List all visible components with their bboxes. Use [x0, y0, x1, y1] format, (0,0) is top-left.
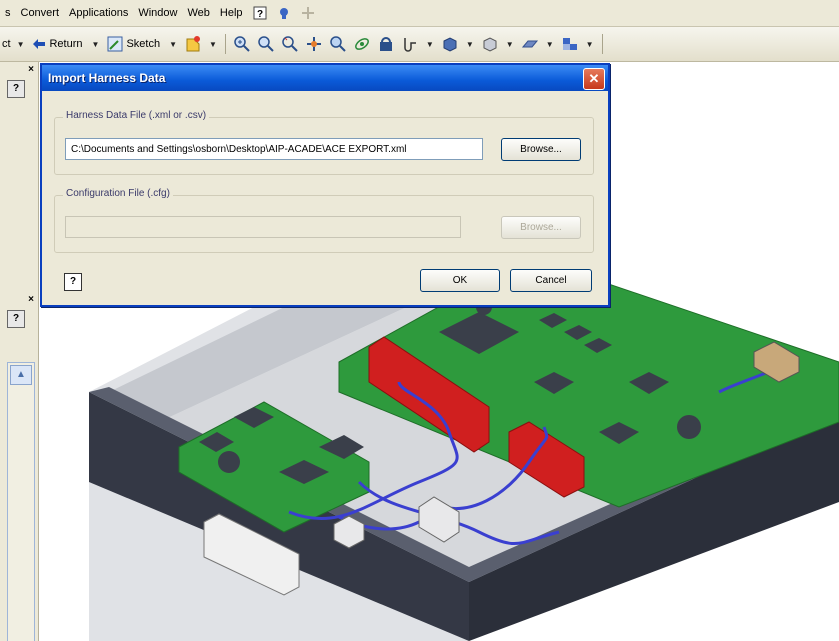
sketch-icon [107, 36, 123, 52]
connect-icon[interactable] [276, 5, 292, 21]
import-harness-dialog: Import Harness Data ✕ Harness Data File … [40, 63, 610, 307]
dialog-titlebar[interactable]: Import Harness Data ✕ [42, 65, 608, 91]
menu-bar: s Convert Applications Window Web Help ? [0, 0, 839, 27]
chevron-down-icon[interactable]: ▼ [169, 40, 177, 49]
new-part-icon[interactable] [184, 35, 202, 53]
menu-item-window[interactable]: Window [133, 7, 182, 19]
config-file-field[interactable] [65, 216, 461, 238]
toolbar-separator [224, 34, 226, 54]
return-arrow-icon [33, 39, 46, 49]
scroll-up-icon[interactable]: ▲ [10, 365, 32, 385]
config-browse-button[interactable]: Browse... [501, 216, 581, 239]
help-icon[interactable]: ? [7, 80, 25, 98]
capacitor [218, 451, 240, 473]
close-button[interactable]: ✕ [583, 68, 605, 90]
look-at-icon[interactable] [377, 35, 395, 53]
chevron-down-icon[interactable]: ▼ [92, 40, 100, 49]
route-icon[interactable] [401, 35, 419, 53]
menu-item-web[interactable]: Web [182, 7, 214, 19]
shadow-mode-icon[interactable] [481, 35, 499, 53]
harness-file-group: Harness Data File (.xml or .csv) C:\Docu… [54, 110, 594, 175]
harness-file-group-label: Harness Data File (.xml or .csv) [63, 110, 210, 121]
zoom-icon[interactable] [281, 35, 299, 53]
sketch-button[interactable]: Sketch [103, 33, 165, 55]
chevron-down-icon[interactable]: ▼ [209, 40, 217, 49]
sketch-label: Sketch [126, 38, 161, 50]
capacitor [677, 415, 701, 439]
zoom-window-icon[interactable] [257, 35, 275, 53]
main-toolbar: ct ▼ Return ▼ Sketch ▼ ▼ ▼ ▼ ▼ ▼ ▼ [0, 27, 839, 62]
svg-text:?: ? [257, 9, 263, 20]
return-label: Return [49, 38, 83, 50]
toolbar-separator [601, 34, 603, 54]
orbit-icon[interactable] [353, 35, 371, 53]
menu-item-convert[interactable]: Convert [16, 7, 65, 19]
pan-icon[interactable] [305, 35, 323, 53]
materials-icon[interactable] [561, 35, 579, 53]
toolbar-partial-label[interactable]: ct [0, 38, 13, 50]
close-icon[interactable]: × [28, 294, 34, 305]
config-file-group: Configuration File (.cfg) Browse... [54, 188, 594, 253]
cancel-button[interactable]: Cancel [510, 269, 592, 292]
menu-item-applications[interactable]: Applications [64, 7, 133, 19]
menu-item-help[interactable]: Help [215, 7, 248, 19]
display-mode-icon[interactable] [441, 35, 459, 53]
help-icon[interactable]: ? [64, 273, 82, 291]
close-icon[interactable]: × [28, 64, 34, 75]
dialog-title: Import Harness Data [48, 71, 166, 85]
zoom-all-icon[interactable] [233, 35, 251, 53]
config-file-group-label: Configuration File (.cfg) [63, 188, 173, 199]
chevron-down-icon[interactable]: ▼ [506, 40, 514, 49]
return-button[interactable]: Return [28, 33, 87, 55]
plus-icon[interactable] [300, 5, 316, 21]
chevron-down-icon[interactable]: ▼ [466, 40, 474, 49]
harness-file-field[interactable]: C:\Documents and Settings\osborn\Desktop… [65, 138, 483, 160]
help-topics-icon[interactable]: ? [252, 5, 268, 21]
app-window: s Convert Applications Window Web Help ?… [0, 0, 839, 641]
ground-plane-icon[interactable] [521, 35, 539, 53]
harness-browse-button[interactable]: Browse... [501, 138, 581, 161]
help-icon[interactable]: ? [7, 310, 25, 328]
chevron-down-icon[interactable]: ▼ [586, 40, 594, 49]
chevron-down-icon[interactable]: ▼ [546, 40, 554, 49]
zoom-selected-icon[interactable] [329, 35, 347, 53]
panel-scrollbar[interactable]: ▲ [7, 362, 35, 641]
chevron-down-icon[interactable]: ▼ [426, 40, 434, 49]
browser-panel: × ? × ? ▲ [0, 62, 39, 641]
chevron-down-icon[interactable]: ▼ [17, 40, 25, 49]
menu-item-partial[interactable]: s [0, 7, 16, 19]
ok-button[interactable]: OK [420, 269, 500, 292]
